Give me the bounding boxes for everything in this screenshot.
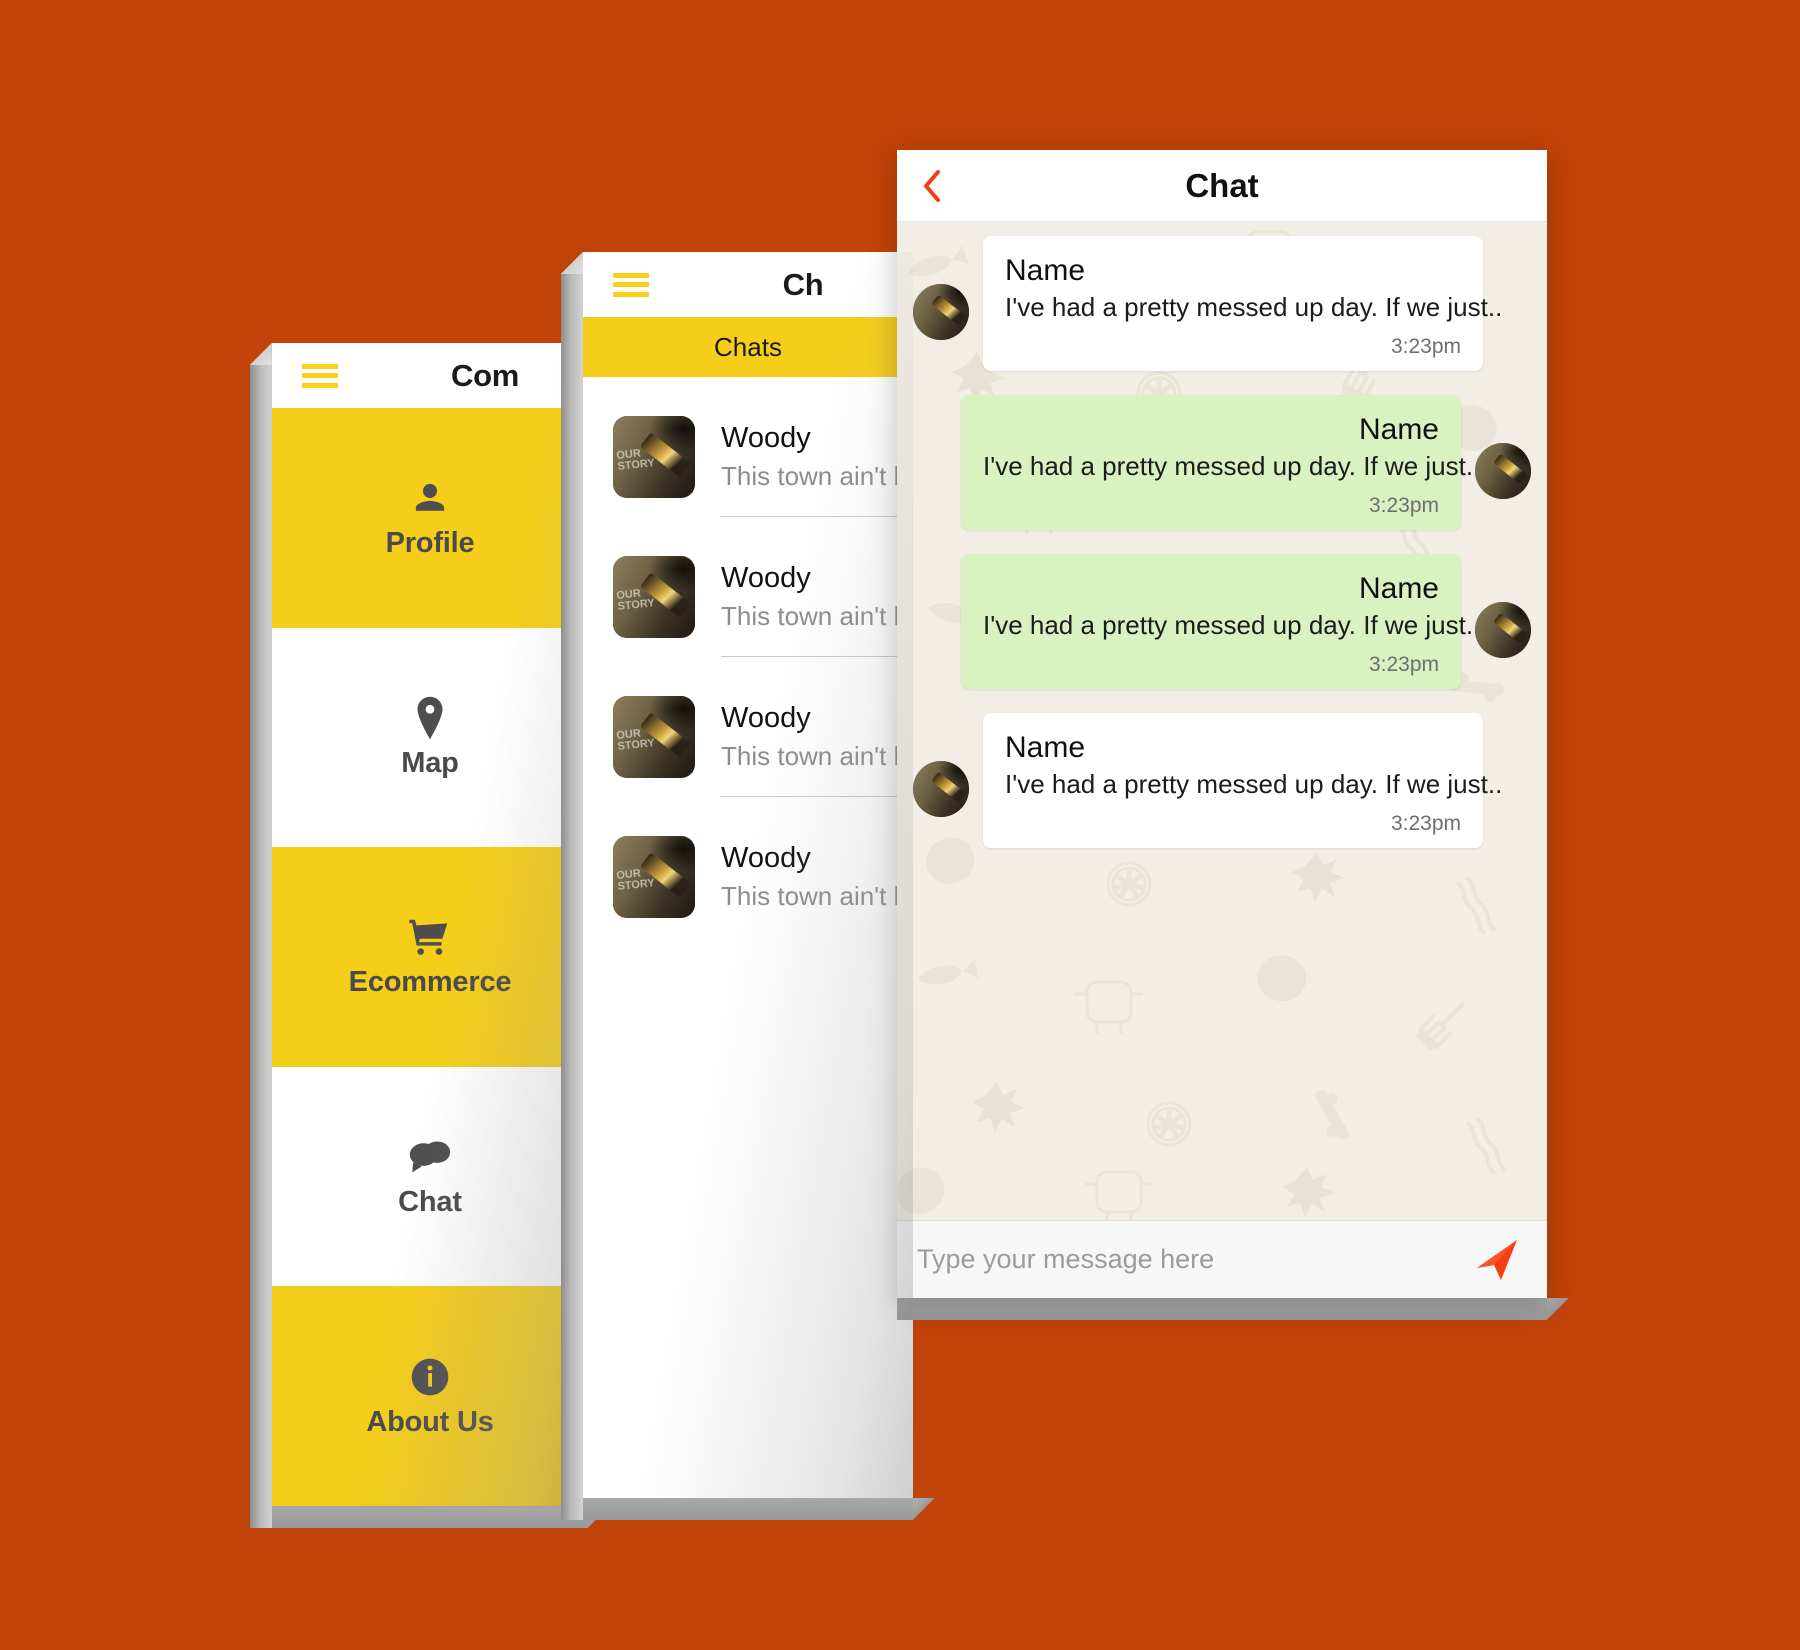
message-timestamp: 3:23pm (1368, 653, 1439, 676)
phone1-bevel-corner (250, 343, 272, 365)
message-list: Name I've had a pretty messed up day. If… (897, 236, 1547, 848)
message-row-outgoing: Name I've had a pretty messed up day. If… (913, 395, 1531, 530)
list-item[interactable]: OUR STORY Woody This town ain't b (583, 517, 913, 657)
phone2-bevel-bottom (583, 1498, 913, 1520)
tab-label: Chats (714, 331, 782, 362)
tab-chats[interactable]: Chats (583, 317, 913, 377)
avatar-caption: OUR STORY (615, 727, 656, 753)
avatar-caption: OUR STORY (615, 447, 656, 473)
phone2-bevel-corner-br (913, 1498, 935, 1520)
message-input[interactable] (917, 1244, 1469, 1275)
message-snippet: This town ain't b (721, 461, 909, 491)
contact-name: Woody (721, 422, 811, 454)
avatar: OUR STORY (613, 836, 695, 918)
sidebar-item-label: Map (401, 746, 459, 779)
sidebar-item-label: About Us (366, 1405, 494, 1438)
list-item-meta: Woody This town ain't b (721, 842, 913, 912)
contact-name: Woody (721, 842, 811, 874)
message-text: I've had a pretty messed up day. If we j… (983, 610, 1474, 640)
screenshot-stage: Com Profile Map Ecommerce Chat About Us … (0, 0, 1800, 1650)
page-title: Chat (1185, 166, 1259, 204)
avatar-caption: OUR STORY (615, 867, 656, 893)
cart-icon (409, 914, 451, 960)
chat-list-phone: Ch Chats OUR STORY Woody This town ain't… (583, 252, 913, 1498)
list-item-meta: Woody This town ain't b (721, 562, 913, 632)
phone2-bevel-corner (561, 252, 583, 274)
drawer-topbar: Com (272, 343, 588, 408)
message-bubble[interactable]: Name I've had a pretty messed up day. If… (983, 236, 1503, 371)
message-bubble[interactable]: Name I've had a pretty messed up day. If… (961, 554, 1474, 689)
page-title: Ch (782, 266, 824, 302)
message-sender: Name (1358, 572, 1439, 605)
phone3-bevel-corner-br (1547, 1298, 1569, 1320)
message-snippet: This town ain't b (721, 741, 909, 771)
chat-list-topbar: Ch (583, 252, 913, 317)
message-sender: Name (1005, 254, 1086, 287)
phone1-bevel-left (250, 365, 272, 1528)
chat-bubble-icon (409, 1134, 451, 1180)
page-title: Com (451, 357, 519, 393)
sidebar-item-chat[interactable]: Chat (272, 1066, 588, 1287)
message-text: I've had a pretty messed up day. If we j… (983, 451, 1474, 481)
conversation-phone: Chat Name I've had a pretty messed up da… (897, 150, 1547, 1298)
sidebar-item-profile[interactable]: Profile (272, 408, 588, 628)
contact-name: Woody (721, 702, 811, 734)
sidebar-item-label: Ecommerce (348, 966, 512, 999)
avatar-caption: OUR STORY (615, 587, 656, 613)
avatar (1475, 602, 1531, 658)
sidebar-item-ecommerce[interactable]: Ecommerce (272, 847, 588, 1067)
phone2-bevel-left (561, 274, 583, 1520)
message-row-outgoing: Name I've had a pretty messed up day. If… (913, 554, 1531, 689)
message-text: I've had a pretty messed up day. If we j… (1005, 292, 1503, 322)
map-pin-icon (415, 695, 445, 741)
sidebar-item-label: Profile (385, 527, 475, 560)
list-item[interactable]: OUR STORY Woody This town ain't b (583, 657, 913, 797)
message-bubble[interactable]: Name I've had a pretty messed up day. If… (961, 395, 1474, 530)
avatar: OUR STORY (613, 696, 695, 778)
chat-list: OUR STORY Woody This town ain't b OUR ST… (583, 377, 913, 937)
avatar: OUR STORY (613, 556, 695, 638)
conversation-body: Name I've had a pretty messed up day. If… (897, 222, 1547, 1220)
drawer-menu-phone: Com Profile Map Ecommerce Chat About Us (272, 343, 588, 1506)
message-row-incoming: Name I've had a pretty messed up day. If… (913, 236, 1531, 371)
message-snippet: This town ain't b (721, 881, 909, 911)
message-timestamp: 3:23pm (1368, 494, 1439, 517)
avatar: OUR STORY (613, 416, 695, 498)
message-timestamp: 3:23pm (1390, 335, 1461, 358)
conversation-topbar: Chat (897, 150, 1547, 222)
message-bubble[interactable]: Name I've had a pretty messed up day. If… (983, 713, 1503, 848)
contact-name: Woody (721, 562, 811, 594)
avatar (913, 284, 969, 340)
message-row-incoming: Name I've had a pretty messed up day. If… (913, 713, 1531, 848)
message-sender: Name (1005, 731, 1086, 764)
message-composer (897, 1220, 1547, 1298)
person-icon (413, 475, 447, 521)
list-item[interactable]: OUR STORY Woody This town ain't b (583, 377, 913, 517)
avatar (913, 761, 969, 817)
message-timestamp: 3:23pm (1390, 812, 1461, 835)
message-text: I've had a pretty messed up day. If we j… (1005, 769, 1503, 799)
phone3-bevel-bottom (897, 1298, 1547, 1320)
drawer-menu-list: Profile Map Ecommerce Chat About Us (272, 408, 588, 1506)
avatar (1475, 443, 1531, 499)
sidebar-item-about-us[interactable]: About Us (272, 1286, 588, 1506)
send-paper-plane-icon[interactable] (1469, 1236, 1521, 1284)
phone1-bevel-bottom (272, 1506, 588, 1528)
info-icon (410, 1354, 450, 1400)
message-snippet: This town ain't b (721, 601, 909, 631)
list-item-meta: Woody This town ain't b (721, 422, 913, 492)
list-item[interactable]: OUR STORY Woody This town ain't b (583, 797, 913, 937)
list-item-meta: Woody This town ain't b (721, 702, 913, 772)
message-sender: Name (1358, 413, 1439, 446)
sidebar-item-label: Chat (398, 1186, 462, 1219)
sidebar-item-map[interactable]: Map (272, 627, 588, 848)
